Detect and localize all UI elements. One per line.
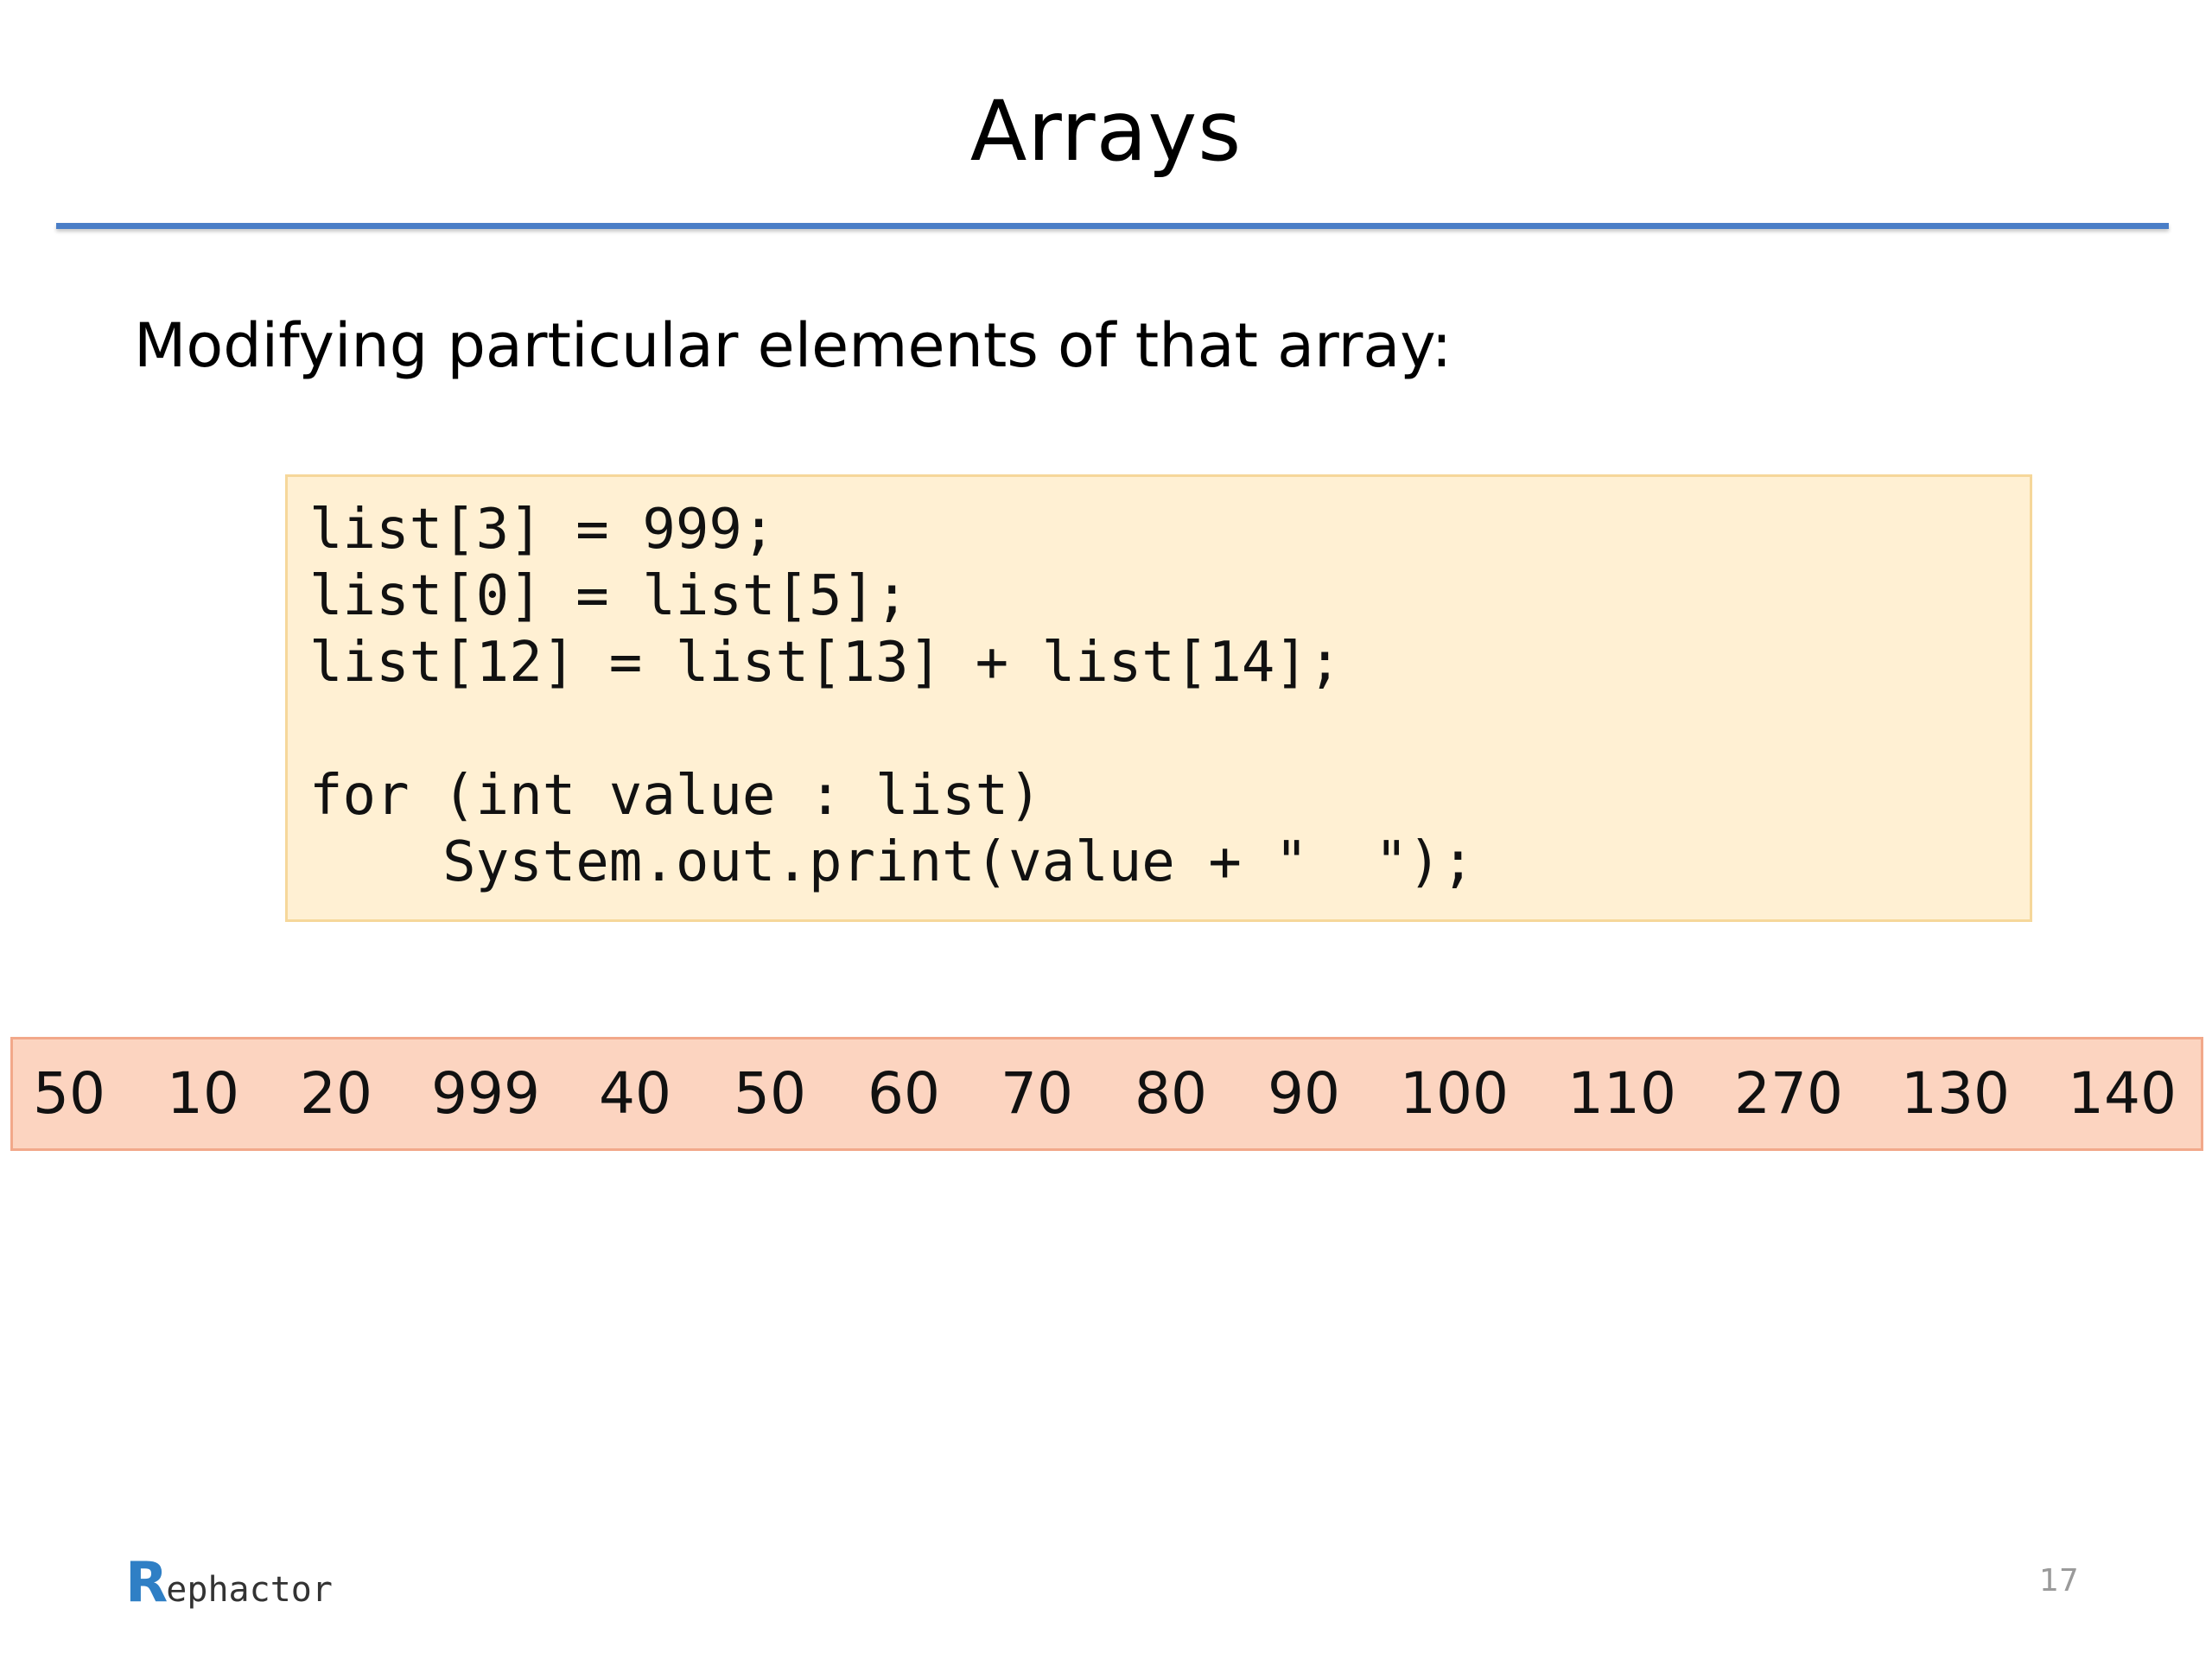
- code-line: System.out.print(value + " ");: [309, 830, 1475, 894]
- code-line: list[12] = list[13] + list[14];: [309, 631, 1342, 695]
- array-value: 100: [1400, 1060, 1509, 1127]
- page-number: 17: [2039, 1563, 2079, 1599]
- code-line: list[3] = 999;: [309, 498, 776, 562]
- code-line: list[0] = list[5];: [309, 564, 909, 628]
- array-value: 50: [734, 1060, 806, 1127]
- title-divider: [56, 223, 2169, 229]
- logo-initial: R: [125, 1551, 168, 1615]
- array-value: 130: [1901, 1060, 2010, 1127]
- slide-title: Arrays: [969, 83, 1243, 180]
- code-block: list[3] = 999; list[0] = list[5]; list[1…: [285, 474, 2032, 922]
- array-value: 140: [2068, 1060, 2177, 1127]
- array-value: 999: [431, 1060, 540, 1127]
- array-value: 10: [167, 1060, 239, 1127]
- rephactor-logo: Rephactor: [125, 1555, 333, 1611]
- slide-subtitle: Modifying particular elements of that ar…: [134, 310, 1452, 381]
- array-value: 80: [1135, 1060, 1207, 1127]
- array-value: 70: [1001, 1060, 1073, 1127]
- array-value: 270: [1734, 1060, 1843, 1127]
- array-value: 20: [300, 1060, 372, 1127]
- array-value: 110: [1567, 1060, 1676, 1127]
- logo-wordmark: ephactor: [166, 1570, 333, 1610]
- output-array: 50 10 20 999 40 50 60 70 80 90 100 110 2…: [10, 1037, 2203, 1151]
- array-value: 40: [599, 1060, 671, 1127]
- array-value: 60: [868, 1060, 940, 1127]
- array-value: 90: [1268, 1060, 1340, 1127]
- code-line: for (int value : list): [309, 764, 1042, 828]
